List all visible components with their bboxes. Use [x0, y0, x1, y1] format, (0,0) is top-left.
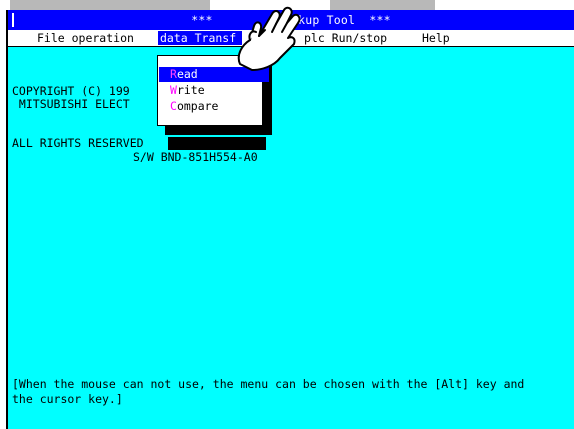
hotkey-c: C: [170, 99, 177, 113]
menu-file-operation[interactable]: File operation: [35, 31, 136, 45]
main-area: COPYRIGHT (C) 199 MITSUBISHI ELECT ALL R…: [8, 47, 574, 429]
menu-item-compare[interactable]: Compare: [159, 99, 269, 114]
menu-item-write[interactable]: Write: [159, 83, 269, 98]
company-text: MITSUBISHI ELECT: [12, 97, 130, 111]
top-tab-left: [10, 0, 210, 10]
rights-text: ALL RIGHTS RESERVED: [12, 136, 144, 150]
menu-help[interactable]: Help: [420, 31, 452, 45]
hotkey-r: R: [170, 67, 177, 81]
menu-item-compare-label: ompare: [176, 99, 219, 113]
menu-data-transfer[interactable]: data Transf: [158, 31, 242, 45]
menu-item-read-label: ead: [176, 67, 198, 81]
software-version: S/W BND-851H554-A0: [133, 150, 258, 164]
top-tab-right: [330, 0, 435, 10]
hotkey-w: W: [170, 83, 177, 97]
menu-item-write-label: rite: [176, 83, 205, 97]
hand-pointer-icon: [237, 6, 301, 71]
help-text-line-1: [When the mouse can not use, the menu ca…: [12, 377, 525, 391]
menu-plc-run-stop[interactable]: plc Run/stop: [302, 31, 389, 45]
rights-highlight: [168, 137, 266, 150]
help-text-line-2: the cursor key.]: [12, 392, 123, 406]
